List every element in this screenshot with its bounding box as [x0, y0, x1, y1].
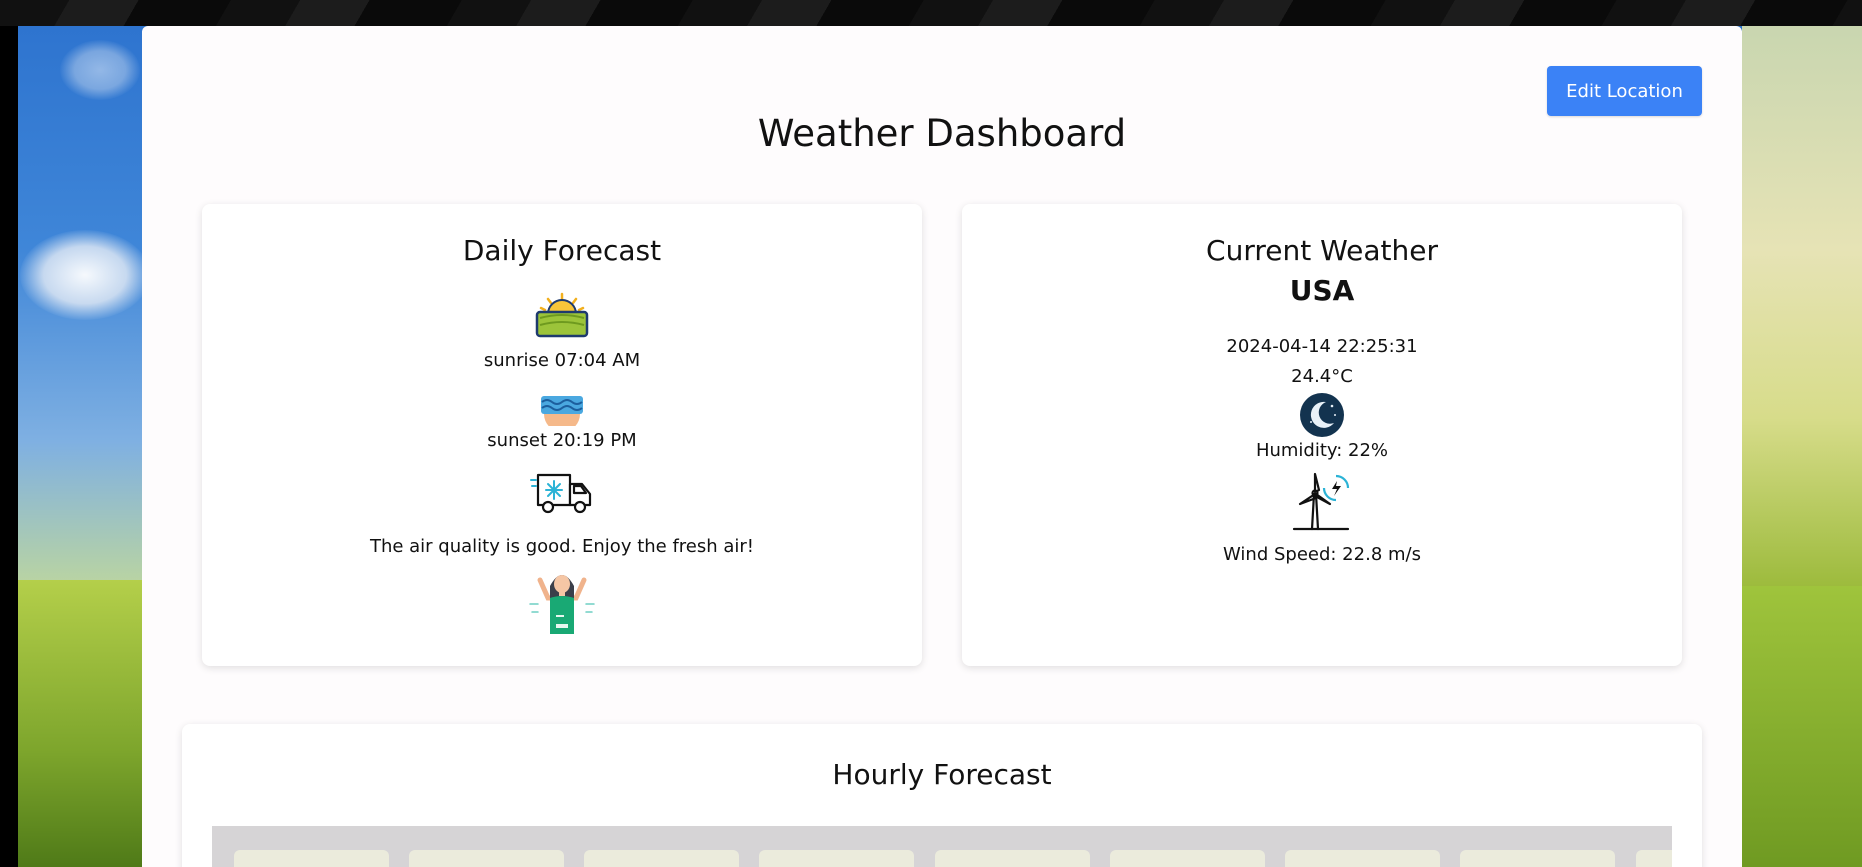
hour-tile[interactable]	[935, 850, 1090, 867]
country-name: USA	[1289, 274, 1355, 307]
humidity-text: Humidity: 22%	[1255, 440, 1389, 461]
hourly-forecast-title: Hourly Forecast	[832, 758, 1052, 791]
wind-speed-text: Wind Speed: 22.8 m/s	[1223, 544, 1421, 565]
sunset-text: sunset 20:19 PM	[487, 430, 637, 451]
current-temperature: 24.4°C	[1291, 366, 1353, 387]
right-hill	[1742, 586, 1862, 867]
top-dark-stripes	[0, 0, 1862, 26]
hour-tile[interactable]	[1460, 850, 1615, 867]
cloud	[20, 230, 150, 320]
daily-forecast-title: Daily Forecast	[462, 234, 662, 267]
hour-tile[interactable]	[409, 850, 564, 867]
current-weather-card: Current Weather USA 2024-04-14 22:25:31 …	[962, 204, 1682, 666]
hour-tile[interactable]	[1110, 850, 1265, 867]
sunset-icon	[539, 394, 585, 432]
hourly-scroll-strip[interactable]	[212, 826, 1672, 867]
sunrise-text: sunrise 07:04 AM	[483, 350, 641, 371]
current-datetime: 2024-04-14 22:25:31	[1226, 336, 1418, 357]
hour-tile[interactable]	[234, 850, 389, 867]
right-sky	[1742, 26, 1862, 586]
hour-tile[interactable]	[759, 850, 914, 867]
wind-turbine-icon	[1292, 472, 1352, 536]
cloud	[60, 40, 140, 100]
hour-tile[interactable]	[1285, 850, 1440, 867]
hour-tile[interactable]	[1636, 850, 1672, 867]
night-moon-icon	[1299, 392, 1345, 442]
edit-location-button[interactable]: Edit Location	[1547, 66, 1702, 116]
happy-person-icon	[526, 564, 598, 640]
page-title: Weather Dashboard	[757, 112, 1127, 155]
current-weather-title: Current Weather	[1206, 234, 1438, 267]
daily-forecast-card: Daily Forecast sunrise 07:04 AM sunset 2…	[202, 204, 922, 666]
hour-tile[interactable]	[584, 850, 739, 867]
air-quality-truck-icon	[530, 472, 594, 520]
air-quality-text: The air quality is good. Enjoy the fresh…	[369, 536, 755, 557]
sunrise-icon	[534, 292, 590, 342]
left-hill	[18, 580, 143, 867]
hourly-forecast-card: Hourly Forecast	[182, 724, 1702, 867]
